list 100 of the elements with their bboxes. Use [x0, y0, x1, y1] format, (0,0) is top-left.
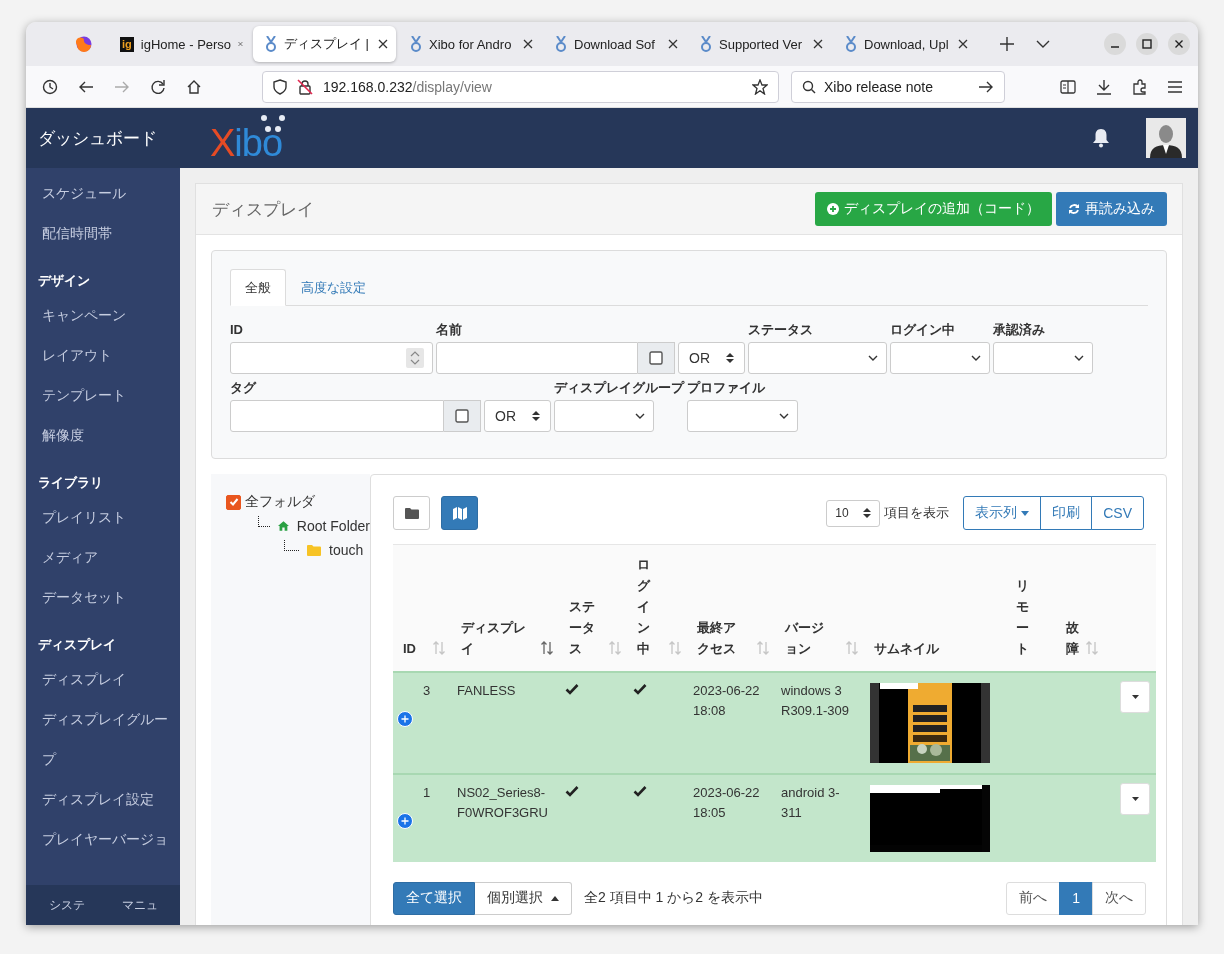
- browser-tab[interactable]: ディスプレイ |: [253, 26, 396, 62]
- spinner-icon[interactable]: [406, 348, 424, 368]
- page-size-label: 項目を表示: [884, 504, 950, 522]
- close-icon[interactable]: [1168, 33, 1190, 55]
- checkbox[interactable]: [455, 409, 469, 423]
- search-field[interactable]: Xibo release note: [791, 70, 1005, 103]
- sidebar-item[interactable]: スケジュール: [26, 173, 180, 213]
- arrow-right-icon[interactable]: [978, 79, 994, 94]
- reader-view-icon[interactable]: [1060, 79, 1076, 94]
- maximize-icon[interactable]: [1136, 33, 1158, 55]
- operator-select[interactable]: OR: [678, 342, 745, 374]
- sidebar-item[interactable]: プレイリスト: [26, 497, 180, 537]
- close-icon[interactable]: [958, 39, 968, 49]
- page-button[interactable]: 次へ: [1092, 881, 1146, 915]
- text-field[interactable]: [436, 342, 638, 374]
- close-icon[interactable]: [523, 39, 533, 49]
- table-tool-button[interactable]: 表示列: [963, 496, 1042, 530]
- filter-tab[interactable]: 高度な設定: [286, 269, 381, 306]
- map-button[interactable]: [441, 496, 478, 530]
- star-icon[interactable]: [752, 78, 768, 95]
- sidebar-footer-link[interactable]: システ: [48, 896, 85, 914]
- browser-tab[interactable]: Supported Ver: [688, 26, 831, 62]
- download-icon[interactable]: [1096, 78, 1112, 95]
- sidebar-item[interactable]: ディスプレイ設定: [26, 779, 180, 819]
- bell-icon[interactable]: [1092, 128, 1110, 148]
- column-header[interactable]: サムネイル: [874, 637, 939, 659]
- table-tool-button[interactable]: CSV: [1091, 496, 1144, 530]
- sidebar-item[interactable]: ディスプレイ: [26, 659, 180, 699]
- user-avatar[interactable]: [1146, 118, 1186, 158]
- page-button[interactable]: 前へ: [1006, 881, 1061, 915]
- home-icon[interactable]: [186, 78, 202, 95]
- selection-mode-button[interactable]: 個別選択: [475, 881, 572, 915]
- column-header[interactable]: ログイン中: [637, 553, 651, 659]
- text-field[interactable]: [230, 400, 444, 432]
- column-header[interactable]: ステータス: [569, 595, 597, 659]
- sidebar-item[interactable]: データセット: [26, 577, 180, 617]
- sidebar-item[interactable]: ディスプレイグループ: [26, 699, 180, 779]
- page-button[interactable]: 1: [1059, 881, 1093, 915]
- sidebar-item[interactable]: プレイヤーバージョ: [26, 819, 180, 859]
- table-row[interactable]: 3 FANLESS 2023-06-22 18:08 windows 3 R309.1-309: [393, 671, 1156, 774]
- table-cell: 2023-06-22 18:08: [687, 671, 775, 774]
- column-header[interactable]: リモート: [1016, 574, 1038, 659]
- sidebar-item[interactable]: 解像度: [26, 415, 180, 455]
- folder-tree-item[interactable]: touch: [329, 542, 364, 558]
- chevron-down-icon: [1074, 355, 1084, 361]
- expand-icon[interactable]: [397, 710, 413, 727]
- browser-tab[interactable]: Download, Upl: [833, 26, 976, 62]
- expand-icon[interactable]: [397, 812, 413, 829]
- history-icon[interactable]: [42, 78, 58, 95]
- reload-button[interactable]: 再読み込み: [1056, 192, 1167, 226]
- folder-tree-item[interactable]: 全フォルダ: [245, 493, 315, 511]
- close-icon[interactable]: [668, 39, 678, 49]
- tree-connector: [258, 515, 270, 527]
- column-header[interactable]: ディスプレイ: [461, 616, 533, 659]
- sidebar-footer-link[interactable]: マニュ: [121, 896, 158, 914]
- close-icon[interactable]: [378, 39, 388, 49]
- column-header[interactable]: バージョン: [785, 616, 827, 659]
- sidebar-item[interactable]: キャンペーン: [26, 295, 180, 335]
- checkbox[interactable]: [226, 494, 241, 510]
- column-header[interactable]: ID: [403, 637, 416, 659]
- field-label: 名前: [436, 322, 463, 338]
- checkbox[interactable]: [649, 351, 663, 365]
- chevron-down-icon[interactable]: [1036, 40, 1050, 48]
- table-tool-button[interactable]: 印刷: [1040, 496, 1093, 530]
- browser-tab[interactable]: Xibo for Andro: [398, 26, 541, 62]
- table-row[interactable]: 1 NS02_Series8-F0WROF3GRU 2023-06-22 18:05 android 3-311: [393, 773, 1156, 862]
- page-size-select[interactable]: 10: [826, 499, 881, 527]
- column-header[interactable]: 故障: [1066, 616, 1082, 659]
- number-field[interactable]: [230, 342, 433, 374]
- medal-icon: [555, 36, 567, 52]
- chevron-down-icon: [971, 355, 981, 361]
- browser-tab[interactable]: Download Sof: [543, 26, 686, 62]
- new-tab-icon[interactable]: [1000, 37, 1014, 51]
- sort-icon[interactable]: [541, 640, 553, 655]
- browser-tab[interactable]: ig igHome - Perso: [108, 26, 251, 62]
- sidebar-item[interactable]: メディア: [26, 537, 180, 577]
- minimize-icon[interactable]: [1104, 33, 1126, 55]
- address-bar[interactable]: 192.168.0.232/display/view: [262, 70, 779, 103]
- menu-icon[interactable]: [1168, 80, 1182, 93]
- puzzle-icon[interactable]: [1132, 78, 1148, 95]
- folder-view-button[interactable]: [393, 496, 430, 530]
- sidebar-item[interactable]: レイアウト: [26, 335, 180, 375]
- sidebar-heading: デザイン: [37, 272, 91, 290]
- sort-updown-icon: [863, 507, 872, 519]
- filter-tab[interactable]: 全般: [230, 269, 286, 306]
- folder-tree-item[interactable]: Root Folder: [296, 518, 370, 534]
- sidebar-heading: ディスプレイ: [37, 636, 117, 654]
- chevron-down-icon: [635, 413, 645, 419]
- url-text: 192.168.0.232/display/view: [323, 78, 493, 95]
- pinned-tab[interactable]: [76, 36, 94, 52]
- close-icon[interactable]: [813, 39, 823, 49]
- medal-icon: [700, 36, 712, 52]
- sidebar-item[interactable]: テンプレート: [26, 375, 180, 415]
- reload-icon[interactable]: [150, 78, 166, 95]
- column-header[interactable]: 最終アクセス: [697, 616, 739, 659]
- operator-select[interactable]: OR: [484, 400, 551, 432]
- chevron-down-icon: [868, 355, 878, 361]
- table-cell: windows 3 R309.1-309: [775, 671, 864, 774]
- sidebar-item[interactable]: 配信時間帯: [26, 213, 180, 253]
- select-all-button[interactable]: 全て選択: [393, 881, 475, 915]
